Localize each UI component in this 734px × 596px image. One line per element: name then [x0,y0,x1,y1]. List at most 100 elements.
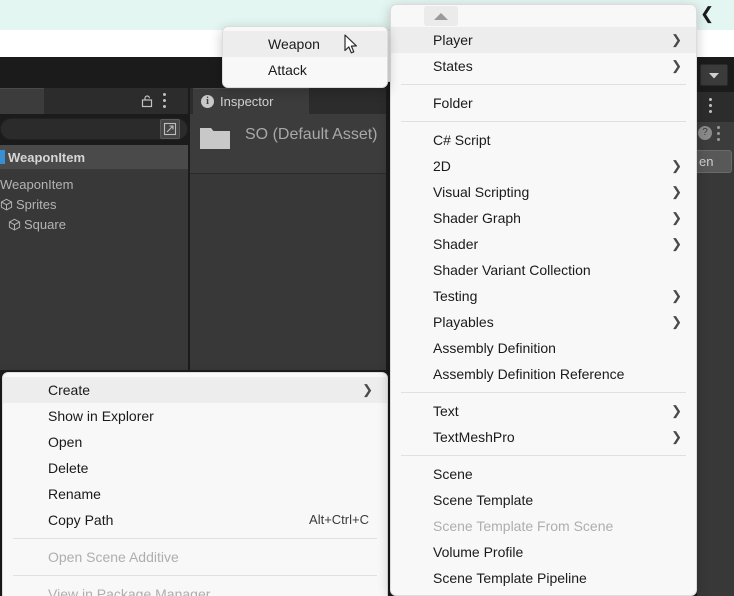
menu-item-shader-graph[interactable]: Shader Graph ❯ [391,205,696,231]
menu-item-open-scene-additive: Open Scene Additive [3,544,387,570]
menu-item-label: Scene Template [433,492,534,508]
menu-item-label: TextMeshPro [433,429,515,445]
folder-icon [200,125,230,149]
selection-marker [0,150,5,164]
menu-item-shader-variant-collection[interactable]: Shader Variant Collection [391,257,696,283]
menu-item-label: Player [433,32,473,48]
tab-inspector-label: Inspector [220,94,274,109]
player-submenu[interactable]: Weapon Attack [222,26,388,88]
chevron-right-icon: ❯ [671,288,682,303]
chevron-right-icon: ❯ [671,314,682,329]
menu-item-label: Visual Scripting [433,184,530,200]
menu-item-label: Show in Explorer [48,408,154,424]
chevron-right-icon: ❯ [671,210,682,225]
right-strip-kebab-icon[interactable] [709,98,712,116]
menu-item-visual-scripting[interactable]: Visual Scripting ❯ [391,179,696,205]
menu-item-create[interactable]: Create ❯ [3,377,387,403]
menu-item-folder[interactable]: Folder [391,90,696,116]
list-item-label: Sprites [16,197,57,212]
menu-item-label: Folder [433,95,473,111]
menu-separator [401,121,686,122]
menu-item-label: States [433,58,473,74]
menu-item-label: Shader [433,236,479,252]
menu-item-assembly-definition[interactable]: Assembly Definition [391,335,696,361]
menu-item-label: Copy Path [48,512,114,528]
right-strip-tabbar [697,92,734,122]
menu-item-copy-path[interactable]: Copy Path Alt+Ctrl+C [3,507,387,533]
info-icon: i [201,95,214,108]
chevron-right-icon: ❯ [671,158,682,173]
menu-item-textmeshpro[interactable]: TextMeshPro ❯ [391,424,696,450]
menu-item-text[interactable]: Text ❯ [391,398,696,424]
menu-item-delete[interactable]: Delete [3,455,387,481]
menu-item-states[interactable]: States ❯ [391,53,696,79]
menu-item-label: 2D [433,158,451,174]
project-panel-kebab-icon[interactable] [163,93,175,109]
scroll-up-arrow[interactable] [424,6,458,26]
menu-item-label: View in Package Manager [48,586,211,596]
menu-item-player[interactable]: Player ❯ [391,27,696,53]
menu-item-scene-template-pipeline[interactable]: Scene Template Pipeline [391,565,696,591]
cube-icon [0,198,13,211]
list-item-label: Square [24,217,66,232]
expand-icon[interactable] [160,119,180,139]
menu-item-label: Delete [48,460,89,476]
menu-item-csharp-script[interactable]: C# Script [391,127,696,153]
menu-item-label: Playables [433,314,494,330]
menu-separator [401,392,686,393]
menu-item-2d[interactable]: 2D ❯ [391,153,696,179]
menu-item-label: Shader Graph [433,210,521,226]
list-item[interactable]: Square [8,217,66,232]
create-submenu[interactable]: Player ❯ States ❯ Folder C# Script 2D ❯ … [390,4,697,596]
scroll-up-arrow-row[interactable] [391,5,696,27]
menu-item-label: Open [48,434,83,450]
list-item-label: WeaponItem [0,177,74,192]
list-item[interactable]: Sprites [0,197,56,212]
open-button[interactable]: en [694,150,732,173]
screen-root: WeaponItem WeaponItem Sprites Square i I… [0,0,734,596]
menu-item-testing[interactable]: Testing ❯ [391,283,696,309]
menu-item-label: Attack [268,62,307,78]
chevron-right-icon: ❯ [671,32,682,47]
mouse-pointer [344,34,359,56]
project-panel-tab[interactable] [0,88,44,114]
component-kebab-icon[interactable] [717,126,720,144]
chevron-right-icon: ❯ [671,58,682,73]
menu-item-shader[interactable]: Shader ❯ [391,231,696,257]
chevron-right-icon: ❯ [671,184,682,199]
chevron-down-icon[interactable] [700,64,728,86]
menu-item-playables[interactable]: Playables ❯ [391,309,696,335]
asset-context-menu[interactable]: Create ❯ Show in Explorer Open Delete Re… [2,372,388,596]
menu-item-weapon[interactable]: Weapon [223,31,387,57]
menu-item-scene-template[interactable]: Scene Template [391,487,696,513]
project-selected-label: WeaponItem [8,150,86,165]
menu-item-label: Testing [433,288,478,304]
menu-separator [401,84,686,85]
tab-inspector[interactable]: i Inspector [193,88,309,114]
lock-icon[interactable] [140,94,154,108]
menu-item-label: Scene Template Pipeline [433,570,587,586]
menu-item-label: Assembly Definition [433,340,556,356]
menu-item-attack[interactable]: Attack [223,57,387,83]
menu-separator [401,455,686,456]
menu-item-label: Rename [48,486,101,502]
chevron-right-icon: ❯ [671,403,682,418]
menu-item-label: C# Script [433,132,491,148]
menu-item-view-in-package-manager: View in Package Manager [3,581,387,596]
triangle-up-icon [434,12,448,20]
menu-item-volume-profile[interactable]: Volume Profile [391,539,696,565]
menu-separator [13,538,377,539]
menu-item-label: Volume Profile [433,544,524,560]
menu-separator [13,575,377,576]
menu-item-show-in-explorer[interactable]: Show in Explorer [3,403,387,429]
chevron-right-icon: ❯ [671,236,682,251]
menu-item-shortcut: Alt+Ctrl+C [309,512,369,527]
menu-item-label: Shader Variant Collection [433,262,591,278]
back-chevron-icon[interactable]: ❮ [700,4,714,24]
menu-item-rename[interactable]: Rename [3,481,387,507]
list-item[interactable]: WeaponItem [0,177,73,192]
menu-item-scene[interactable]: Scene [391,461,696,487]
help-icon[interactable]: ? [698,126,712,140]
menu-item-assembly-definition-reference[interactable]: Assembly Definition Reference [391,361,696,387]
menu-item-open[interactable]: Open [3,429,387,455]
